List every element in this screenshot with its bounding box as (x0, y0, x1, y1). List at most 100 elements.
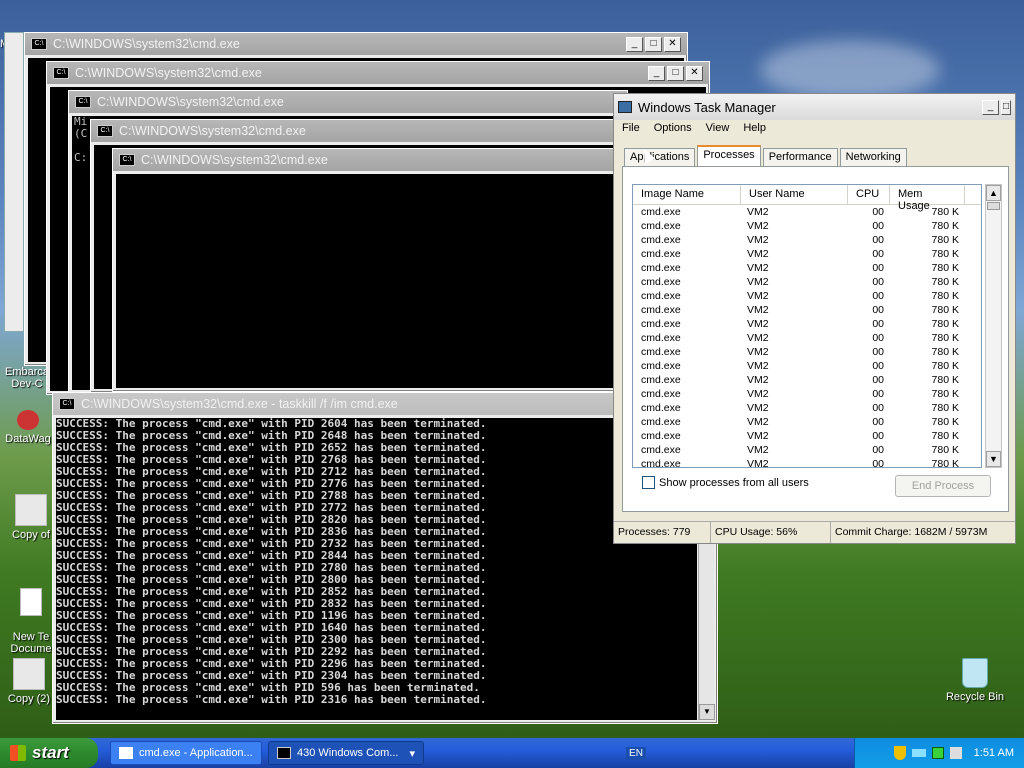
start-label: start (32, 743, 69, 762)
desktop-icon-recycle-bin[interactable]: Recycle Bin (938, 658, 1012, 703)
tab-processes[interactable]: Processes (697, 145, 761, 166)
process-list-scrollbar[interactable]: ▲ ▼ (985, 184, 1002, 468)
column-user-name[interactable]: User Name (741, 185, 848, 204)
cell-cpu: 00 (872, 220, 884, 232)
table-row[interactable]: cmd.exe VM2 00 780 K (633, 429, 981, 443)
taskbar-item-cmd-group[interactable]: 430 Windows Com... ▾ (268, 741, 424, 765)
minimize-button[interactable]: _ (648, 65, 665, 81)
menu-view[interactable]: View (706, 122, 730, 138)
show-all-users-checkbox-row[interactable]: Show processes from all users (642, 476, 809, 489)
console-output[interactable]: SUCCESS: The process "cmd.exe" with PID … (56, 418, 697, 720)
maximize-button[interactable]: □ (645, 36, 662, 52)
desktop-icon-copy-2[interactable]: Copy (2) (4, 658, 54, 705)
usb-icon[interactable] (911, 749, 926, 757)
cell-image-name: cmd.exe (641, 360, 681, 372)
menu-file[interactable]: File (622, 122, 640, 138)
cell-cpu: 00 (872, 374, 884, 386)
table-row[interactable]: cmd.exe VM2 00 780 K (633, 275, 981, 289)
security-shield-icon[interactable] (893, 746, 906, 760)
system-tray: 1:51 AM (854, 738, 1024, 768)
table-row[interactable]: cmd.exe VM2 00 780 K (633, 205, 981, 219)
title-bar[interactable]: Windows Task Manager _ □ (614, 94, 1015, 120)
scroll-up-icon[interactable]: ▲ (986, 185, 1001, 201)
cell-cpu: 00 (872, 416, 884, 428)
close-button[interactable]: ✕ (686, 65, 703, 81)
title-bar[interactable]: C:\ C:\WINDOWS\system32\cmd.exe (91, 120, 629, 142)
table-row[interactable]: cmd.exe VM2 00 780 K (633, 387, 981, 401)
desktop-icon-copy-of[interactable]: Copy of (8, 494, 54, 541)
close-button[interactable]: ✕ (664, 36, 681, 52)
window-title: C:\WINDOWS\system32\cmd.exe (119, 124, 306, 138)
column-mem-usage[interactable]: Mem Usage (890, 185, 965, 212)
cell-mem-usage: 780 K (931, 388, 959, 400)
table-row[interactable]: cmd.exe VM2 00 780 K (633, 289, 981, 303)
title-bar[interactable]: C:\ C:\WINDOWS\system32\cmd.exe _ □ ✕ (47, 62, 709, 84)
task-manager-window[interactable]: Windows Task Manager _ □ File Options Vi… (613, 93, 1016, 544)
title-bar[interactable]: C:\ C:\WINDOWS\system32\cmd.exe (69, 91, 627, 113)
process-list[interactable]: Image Name User Name CPU Mem Usage cmd.e… (632, 184, 982, 468)
volume-icon[interactable] (949, 747, 962, 759)
scroll-down-icon[interactable]: ▼ (699, 704, 715, 720)
cell-image-name: cmd.exe (641, 458, 681, 468)
minimize-button[interactable]: _ (626, 36, 643, 52)
cell-user-name: VM2 (747, 290, 769, 302)
cmd-icon: C:\ (97, 125, 113, 137)
table-row[interactable]: cmd.exe VM2 00 780 K (633, 233, 981, 247)
table-row[interactable]: cmd.exe VM2 00 780 K (633, 303, 981, 317)
maximize-button[interactable]: □ (667, 65, 684, 81)
cell-mem-usage: 780 K (931, 360, 959, 372)
cell-cpu: 00 (872, 430, 884, 442)
column-cpu[interactable]: CPU (848, 185, 890, 204)
tab-performance[interactable]: Performance (762, 148, 838, 166)
cell-mem-usage: 780 K (931, 430, 959, 442)
cell-image-name: cmd.exe (641, 304, 681, 316)
desktop-icon-new-text-document[interactable]: New Te Docume (10, 576, 52, 655)
table-row[interactable]: cmd.exe VM2 00 780 K (633, 247, 981, 261)
table-row[interactable]: cmd.exe VM2 00 780 K (633, 373, 981, 387)
table-row[interactable]: cmd.exe VM2 00 780 K (633, 415, 981, 429)
table-row[interactable]: cmd.exe VM2 00 780 K (633, 443, 981, 457)
taskbar-item-label: 430 Windows Com... (297, 747, 399, 759)
console-output[interactable] (116, 174, 628, 388)
menu-help[interactable]: Help (743, 122, 766, 138)
title-bar[interactable]: C:\ C:\WINDOWS\system32\cmd.exe (113, 149, 631, 171)
start-button[interactable]: start (0, 738, 98, 768)
cell-user-name: VM2 (747, 402, 769, 414)
show-all-users-checkbox[interactable] (642, 476, 655, 489)
desktop-icon-embarcadero[interactable]: Embarca Dev-C (2, 366, 52, 390)
tab-networking[interactable]: Networking (839, 148, 907, 166)
table-row[interactable]: cmd.exe VM2 00 780 K (633, 261, 981, 275)
cell-user-name: VM2 (747, 430, 769, 442)
cell-cpu: 00 (872, 290, 884, 302)
table-row[interactable]: cmd.exe VM2 00 780 K (633, 359, 981, 373)
scroll-down-icon[interactable]: ▼ (986, 451, 1001, 467)
cell-image-name: cmd.exe (641, 206, 681, 218)
table-row[interactable]: cmd.exe VM2 00 780 K (633, 219, 981, 233)
status-cpu-usage: CPU Usage: 56% (711, 522, 831, 543)
cell-image-name: cmd.exe (641, 220, 681, 232)
taskbar-item-task-manager[interactable]: cmd.exe - Application... (110, 741, 262, 765)
window-title: C:\WINDOWS\system32\cmd.exe (141, 153, 328, 167)
scroll-thumb[interactable] (987, 202, 1000, 210)
tab-applications[interactable]: Applications (624, 148, 696, 166)
cmd-window-5[interactable]: C:\ C:\WINDOWS\system32\cmd.exe (112, 148, 632, 392)
menu-options[interactable]: Options (654, 122, 692, 138)
clock[interactable]: 1:51 AM (974, 747, 1014, 759)
table-row[interactable]: cmd.exe VM2 00 780 K (633, 331, 981, 345)
language-indicator[interactable]: EN (626, 746, 646, 760)
table-row[interactable]: cmd.exe VM2 00 780 K (633, 401, 981, 415)
end-process-button[interactable]: End Process (895, 475, 991, 497)
maximize-button[interactable]: □ (1001, 99, 1011, 115)
cell-mem-usage: 780 K (931, 248, 959, 260)
cell-user-name: VM2 (747, 220, 769, 232)
desktop-icon-datawag[interactable]: DataWag (2, 410, 54, 445)
table-row[interactable]: cmd.exe VM2 00 780 K (633, 317, 981, 331)
table-row[interactable]: cmd.exe VM2 00 780 K (633, 457, 981, 468)
title-bar[interactable]: C:\ C:\WINDOWS\system32\cmd.exe _ □ ✕ (25, 33, 687, 55)
cell-mem-usage: 780 K (931, 402, 959, 414)
cell-cpu: 00 (872, 388, 884, 400)
network-icon[interactable] (931, 747, 944, 759)
column-image-name[interactable]: Image Name (633, 185, 741, 204)
minimize-button[interactable]: _ (982, 99, 999, 115)
table-row[interactable]: cmd.exe VM2 00 780 K (633, 345, 981, 359)
